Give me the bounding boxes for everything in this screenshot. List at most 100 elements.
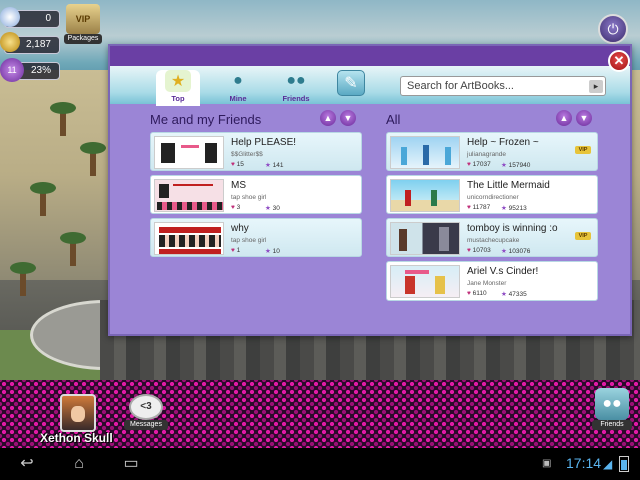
star-icon: ★ (501, 291, 507, 298)
level-progress-value: 23% (30, 65, 51, 76)
battery-icon (619, 456, 629, 472)
artbook-thumbnail (390, 136, 460, 169)
stars-count: ★ 103076 (501, 248, 531, 255)
artbook-thumbnail (390, 179, 460, 212)
artbook-thumbnail (154, 222, 224, 255)
recent-apps-icon[interactable]: ▭ (116, 454, 146, 474)
heart-icon: ♥ (467, 204, 471, 211)
tab-friends-label: Friends (282, 94, 310, 103)
star-icon: ★ (165, 70, 191, 92)
tab-top-label: Top (171, 94, 185, 103)
likes-count: ♥ 15 (231, 161, 244, 168)
system-nav-bar: ↩ ⌂ ▭ ▣ 17:14 ◢ (0, 448, 640, 480)
artbook-title: tomboy is winning :o (467, 223, 558, 234)
all-scroll-up-button[interactable]: ▲ (556, 110, 572, 126)
stars-count: ★ 95213 (501, 205, 527, 212)
likes-count: ♥ 17037 (467, 161, 491, 168)
stars-count: ★ 10 (265, 248, 280, 255)
likes-count: ♥ 10703 (467, 247, 491, 254)
artbook-author: mustachecupcake (467, 237, 520, 244)
heart-icon: ♥ (467, 290, 471, 297)
artbook-title: The Little Mermaid (467, 180, 550, 191)
artbook-card[interactable]: MS tap shoe girl ♥ 3 ★ 30 (150, 175, 362, 214)
artbook-card[interactable]: why tap shoe girl ♥ 1 ★ 10 (150, 218, 362, 257)
vip-box-icon: VIP (66, 4, 100, 34)
artbook-title: MS (231, 180, 246, 191)
speech-bubble-icon: <3 (129, 394, 163, 420)
likes-count: ♥ 11787 (467, 204, 491, 211)
stars-count: ★ 157940 (501, 162, 531, 169)
artbook-card[interactable]: tomboy is winning :o mustachecupcake ♥ 1… (386, 218, 598, 257)
star-icon: ★ (501, 248, 507, 255)
artbook-card[interactable]: The Little Mermaid unicorndirectioner ♥ … (386, 175, 598, 214)
person-icon: ● (233, 72, 243, 89)
artbook-title: Help PLEASE! (231, 137, 297, 148)
settings-icon[interactable]: ⏻ (598, 14, 628, 44)
stars-count: ★ 141 (265, 162, 284, 169)
packages-button[interactable]: VIP Packages (64, 4, 102, 44)
heart-icon: ♥ (467, 247, 471, 254)
brush-add-icon: ✎ (337, 70, 365, 96)
friends-button[interactable]: ●● Friends (592, 388, 632, 432)
likes-count: ♥ 1 (231, 247, 241, 254)
artbook-thumbnail (390, 222, 460, 255)
artbook-title: why (231, 223, 249, 234)
artbook-title: Ariel V.s Cinder! (467, 266, 539, 277)
likes-count: ♥ 6110 (467, 290, 487, 297)
artbook-author: $$Glitter$$ (231, 151, 263, 158)
artbooks-dialog: ✕ ★ Top ● Mine ●● Friends ✎ Search for A… (108, 44, 632, 336)
wifi-icon: ◢ (603, 457, 613, 471)
stars-count: ★ 30 (265, 205, 280, 212)
tab-mine-label: Mine (229, 94, 247, 103)
artbook-author: unicorndirectioner (467, 194, 519, 201)
friends-scroll-down-button[interactable]: ▼ (340, 110, 356, 126)
home-icon[interactable]: ⌂ (64, 454, 94, 474)
friends-scroll-up-button[interactable]: ▲ (320, 110, 336, 126)
artbook-title: Help ~ Frozen ~ (467, 137, 539, 148)
star-icon: ★ (501, 162, 507, 169)
artbook-author: tap shoe girl (231, 237, 267, 244)
friends-icon: ●● (595, 388, 629, 420)
screenshot-icon: ▣ (542, 458, 552, 469)
artbook-author: Jane Monster (467, 280, 507, 287)
tab-mine[interactable]: ● Mine (216, 70, 260, 108)
level-value: 11 (7, 65, 17, 75)
star-icon: ★ (265, 205, 271, 212)
back-icon[interactable]: ↩ (12, 454, 42, 474)
artbook-card[interactable]: Help ~ Frozen ~ julianagrande ♥ 17037 ★ … (386, 132, 598, 171)
vip-badge: VIP (575, 232, 591, 240)
create-artbook-button[interactable]: ✎ (336, 70, 366, 108)
tab-friends[interactable]: ●● Friends (274, 70, 318, 108)
search-go-icon[interactable]: ▸ (589, 80, 603, 93)
heart-icon: ♥ (231, 161, 235, 168)
artbook-card[interactable]: Help PLEASE! $$Glitter$$ ♥ 15 ★ 141 (150, 132, 362, 171)
friends-section-title: Me and my Friends (150, 112, 262, 127)
star-icon: ★ (265, 248, 271, 255)
friends-label: Friends (592, 420, 632, 430)
heart-icon: ♥ (231, 247, 235, 254)
clock: 17:14 (566, 455, 602, 471)
heart-icon: ♥ (231, 204, 235, 211)
level-star-icon: 11 (0, 58, 24, 82)
vip-badge: VIP (575, 146, 591, 154)
messages-button[interactable]: <3 Messages (124, 394, 168, 430)
coins-value: 2,187 (25, 39, 51, 50)
avatar-face (71, 406, 85, 422)
packages-label: Packages (64, 34, 102, 44)
all-scroll-down-button[interactable]: ▼ (576, 110, 592, 126)
coin-icon (0, 32, 20, 52)
star-icon: ★ (501, 205, 507, 212)
avatar[interactable] (60, 394, 96, 432)
stars-count: ★ 47335 (501, 291, 527, 298)
artbook-thumbnail (154, 136, 224, 169)
artbook-thumbnail (154, 179, 224, 212)
artbook-card[interactable]: Ariel V.s Cinder! Jane Monster ♥ 6110 ★ … (386, 261, 598, 301)
close-button[interactable]: ✕ (608, 50, 630, 72)
artbook-author: tap shoe girl (231, 194, 267, 201)
diamond-icon (0, 7, 20, 27)
friends-icon: ●● (286, 72, 306, 89)
all-section-title: All (386, 112, 401, 127)
username: Xethon Skull (40, 431, 113, 445)
search-input[interactable]: Search for ArtBooks... ▸ (400, 76, 606, 96)
tab-top[interactable]: ★ Top (156, 70, 200, 106)
